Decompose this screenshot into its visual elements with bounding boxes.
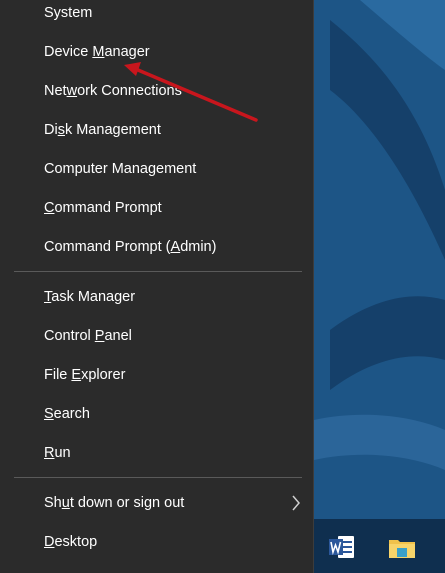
menu-item-device-manager[interactable]: Device Manager bbox=[0, 34, 314, 70]
menu-item-system[interactable]: System bbox=[0, 0, 314, 31]
menu-item-label: Run bbox=[44, 445, 71, 461]
menu-item-file-explorer[interactable]: File Explorer bbox=[0, 357, 314, 393]
menu-item-task-manager[interactable]: Task Manager bbox=[0, 279, 314, 315]
chevron-right-icon bbox=[292, 495, 300, 511]
menu-item-label: Desktop bbox=[44, 534, 98, 550]
menu-item-control-panel[interactable]: Control Panel bbox=[0, 318, 314, 354]
menu-item-disk-management[interactable]: Disk Management bbox=[0, 112, 314, 148]
menu-item-command-prompt-admin[interactable]: Command Prompt (Admin) bbox=[0, 229, 314, 265]
menu-separator bbox=[14, 271, 302, 272]
menu-item-label: System bbox=[44, 5, 93, 21]
menu-item-label: Shut down or sign out bbox=[44, 495, 185, 511]
menu-item-label: Disk Management bbox=[44, 122, 161, 138]
menu-item-computer-management[interactable]: Computer Management bbox=[0, 151, 314, 187]
menu-item-label: Command Prompt (Admin) bbox=[44, 239, 217, 255]
menu-item-label: Computer Management bbox=[44, 161, 197, 177]
menu-item-label: Task Manager bbox=[44, 289, 136, 305]
word-icon[interactable] bbox=[328, 533, 356, 561]
file-explorer-icon[interactable] bbox=[388, 533, 416, 561]
menu-item-label: Command Prompt bbox=[44, 200, 162, 216]
menu-item-command-prompt[interactable]: Command Prompt bbox=[0, 190, 314, 226]
menu-item-label: Search bbox=[44, 406, 90, 422]
menu-item-label: Network Connections bbox=[44, 83, 182, 99]
menu-separator bbox=[14, 477, 302, 478]
menu-item-desktop[interactable]: Desktop bbox=[0, 524, 314, 560]
menu-item-search[interactable]: Search bbox=[0, 396, 314, 432]
winx-context-menu: System Device Manager Network Connections D… bbox=[0, 0, 314, 573]
menu-item-label: Control Panel bbox=[44, 328, 132, 344]
menu-item-label: Device Manager bbox=[44, 44, 150, 60]
menu-item-label: File Explorer bbox=[44, 367, 126, 383]
menu-item-run[interactable]: Run bbox=[0, 435, 314, 471]
menu-item-network-connections[interactable]: Network Connections bbox=[0, 73, 314, 109]
menu-item-shut-down[interactable]: Shut down or sign out bbox=[0, 485, 314, 521]
